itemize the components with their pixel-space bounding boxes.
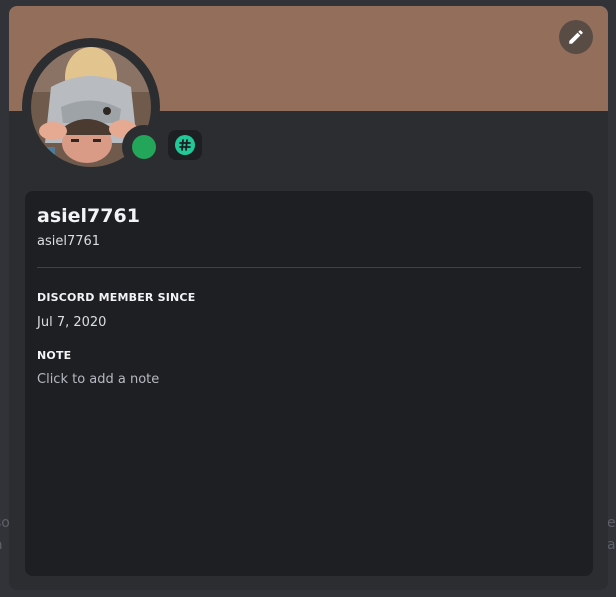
avatar-wrapper[interactable] bbox=[22, 38, 166, 176]
profile-info-card: asiel7761 asiel7761 DISCORD MEMBER SINCE… bbox=[25, 191, 593, 576]
divider bbox=[37, 267, 581, 268]
note-input[interactable]: Click to add a note bbox=[37, 371, 437, 389]
display-name[interactable]: asiel7761 bbox=[37, 204, 140, 228]
username[interactable]: asiel7761 bbox=[37, 233, 100, 251]
hashtag-glyph bbox=[179, 139, 191, 151]
hashtag-badge-icon bbox=[175, 135, 195, 155]
pencil-icon bbox=[569, 30, 583, 44]
status-indicator bbox=[122, 125, 166, 169]
member-since-heading: DISCORD MEMBER SINCE bbox=[37, 291, 196, 304]
member-since-value: Jul 7, 2020 bbox=[37, 315, 107, 330]
user-profile-modal: asiel7761 asiel7761 DISCORD MEMBER SINCE… bbox=[9, 6, 608, 590]
backdrop-text-right: e a bbox=[607, 512, 616, 556]
backdrop-right-line: e bbox=[607, 515, 616, 531]
profile-badge[interactable] bbox=[168, 130, 202, 160]
note-heading: NOTE bbox=[37, 349, 72, 362]
edit-profile-button[interactable] bbox=[559, 20, 593, 54]
backdrop-right-line: a bbox=[607, 537, 616, 553]
online-status-icon bbox=[132, 135, 156, 159]
